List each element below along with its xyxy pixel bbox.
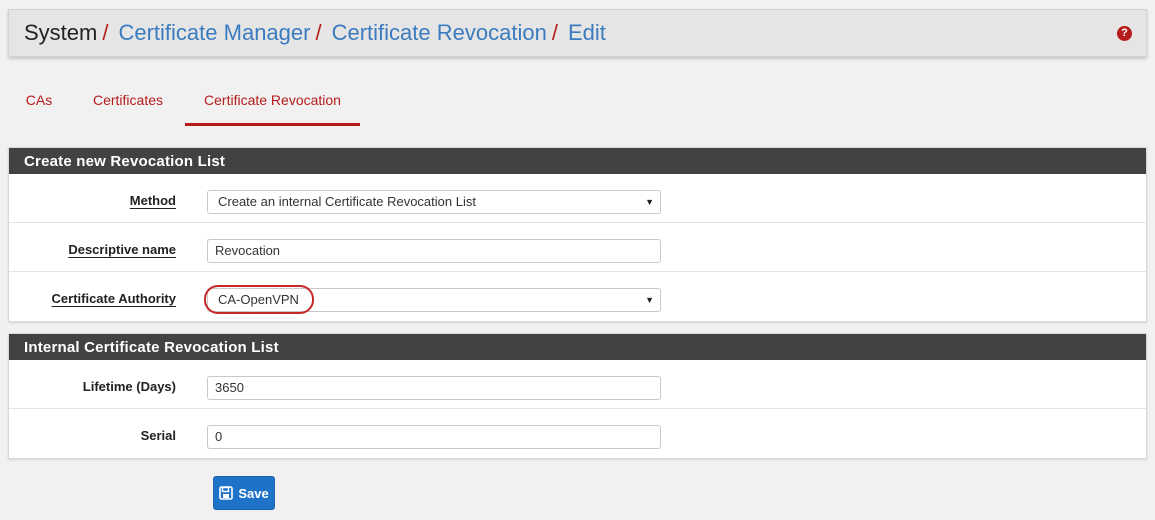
descriptive-name-value: Revocation — [215, 243, 281, 258]
panel-title: Internal Certificate Revocation List — [9, 334, 1146, 360]
breadcrumb-bar: System / Certificate Manager / Certificate R… — [8, 9, 1147, 57]
lifetime-row: Lifetime (Days) 3650 — [9, 360, 1146, 409]
caret-down-icon: ▼ — [645, 295, 654, 305]
breadcrumb-certificate-manager[interactable]: Certificate Manager — [118, 20, 310, 45]
tab-label: Certificates — [92, 92, 164, 108]
caret-down-icon: ▼ — [645, 197, 654, 207]
breadcrumb-separator: / — [551, 20, 558, 45]
highlight-annotation — [204, 285, 314, 314]
save-label: Save — [238, 485, 269, 501]
question-circle-icon[interactable]: ? — [1117, 26, 1132, 41]
method-select[interactable]: Create an internal Certificate Revocatio… — [207, 190, 661, 214]
serial-row: Serial 0 — [9, 409, 1146, 458]
descriptive-name-row: Descriptive name Revocation — [9, 223, 1146, 272]
lifetime-label: Lifetime (Days) — [82, 379, 176, 394]
certificate-authority-row: Certificate Authority CA-OpenVPN ▼ — [9, 272, 1146, 321]
internal-crl-panel: Internal Certificate Revocation List Lif… — [8, 333, 1147, 459]
tab-certificates[interactable]: Certificates — [82, 82, 174, 126]
method-label: Method — [129, 193, 176, 208]
breadcrumb-separator: / — [102, 20, 109, 45]
tab-certificate-revocation[interactable]: Certificate Revocation — [185, 82, 360, 126]
method-row: Method Create an internal Certificate Re… — [9, 174, 1146, 223]
tab-label: CAs — [25, 92, 53, 108]
tab-label: Certificate Revocation — [204, 92, 341, 108]
lifetime-value: 3650 — [215, 380, 244, 395]
lifetime-input[interactable]: 3650 — [207, 376, 661, 400]
serial-label: Serial — [140, 428, 176, 443]
descriptive-name-label: Descriptive name — [68, 242, 176, 257]
serial-value: 0 — [215, 429, 223, 444]
breadcrumb: System / Certificate Manager / Certificate R… — [24, 20, 606, 46]
certificate-authority-label: Certificate Authority — [51, 291, 176, 306]
breadcrumb-root: System — [24, 20, 98, 45]
breadcrumb-separator: / — [315, 20, 322, 45]
save-icon — [219, 486, 234, 500]
save-button[interactable]: Save — [213, 476, 275, 510]
serial-input[interactable]: 0 — [207, 425, 661, 449]
tab-cas[interactable]: CAs — [16, 82, 62, 126]
method-select-value: Create an internal Certificate Revocatio… — [218, 194, 476, 209]
descriptive-name-input[interactable]: Revocation — [207, 239, 661, 263]
breadcrumb-edit[interactable]: Edit — [568, 20, 606, 45]
panel-title: Create new Revocation List — [9, 148, 1146, 174]
breadcrumb-certificate-revocation[interactable]: Certificate Revocation — [332, 20, 547, 45]
create-revocation-panel: Create new Revocation List Method Create… — [8, 147, 1147, 322]
